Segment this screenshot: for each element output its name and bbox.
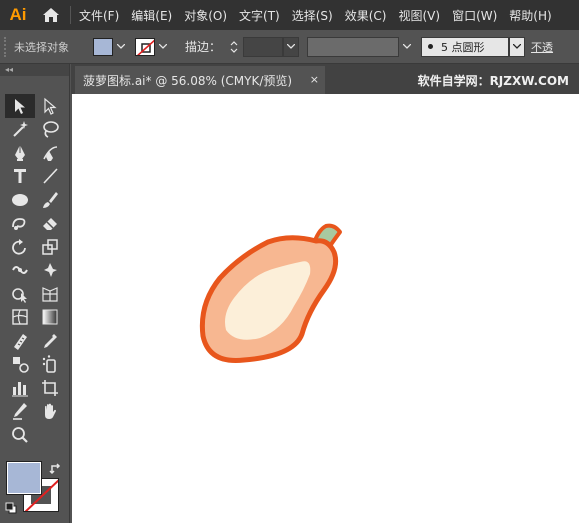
free-transform-tool-icon[interactable]: [35, 259, 65, 283]
brush-dot-icon: [428, 44, 434, 49]
close-icon[interactable]: ×: [310, 73, 319, 86]
tool-row: [5, 329, 65, 353]
tools-panel-collapse[interactable]: ◂◂: [0, 64, 69, 76]
menu-view[interactable]: 视图(V): [398, 7, 440, 24]
tool-row: [5, 423, 65, 447]
selection-tool-icon[interactable]: [5, 94, 35, 118]
tool-row: [5, 188, 65, 212]
tool-row: [5, 376, 65, 400]
tool-row: [5, 94, 65, 118]
pen-tool-icon[interactable]: [5, 141, 35, 165]
papaya-artwork[interactable]: [72, 94, 579, 523]
document-tab-bar: 菠萝图标.ai* @ 56.08% (CMYK/预览) × 软件自学网：RJZX…: [71, 64, 579, 94]
tool-row: [5, 259, 65, 283]
stroke-weight-dropdown-icon[interactable]: [283, 36, 300, 57]
mesh-tool-icon[interactable]: [5, 306, 35, 330]
artboard-canvas[interactable]: [72, 94, 579, 523]
variable-width-profile[interactable]: [307, 36, 400, 57]
shaper-tool-icon[interactable]: [5, 212, 35, 236]
empty-tool-slot: [35, 423, 65, 447]
brush-definition-label: 5 点圆形: [441, 40, 485, 54]
selection-status: 未选择对象: [14, 40, 69, 54]
tool-grid: [5, 94, 65, 447]
blend-tool-icon[interactable]: [5, 353, 35, 377]
eyedropper-tool-icon[interactable]: [35, 329, 65, 353]
stroke-weight-spinner-icon[interactable]: [227, 37, 241, 57]
tool-row: [5, 235, 65, 259]
menu-edit[interactable]: 编辑(E): [131, 7, 172, 24]
tool-row: [5, 353, 65, 377]
stroke-label[interactable]: 描边：: [185, 38, 221, 55]
rotate-tool-icon[interactable]: [5, 235, 35, 259]
brush-dropdown-icon[interactable]: [509, 36, 526, 57]
variable-width-dropdown-icon[interactable]: [399, 36, 416, 57]
perspective-grid-tool-icon[interactable]: [35, 282, 65, 306]
tool-row: [5, 282, 65, 306]
menu-object[interactable]: 对象(O): [184, 7, 227, 24]
artboard-tool-icon[interactable]: [35, 376, 65, 400]
zoom-tool-icon[interactable]: [5, 423, 35, 447]
fill-swatch[interactable]: [6, 461, 42, 495]
document-tab-title: 菠萝图标.ai* @ 56.08% (CMYK/预览): [83, 73, 293, 88]
paintbrush-tool-icon[interactable]: [35, 188, 65, 212]
tool-row: [5, 400, 65, 424]
hand-tool-icon[interactable]: [35, 400, 65, 424]
type-tool-icon[interactable]: [5, 165, 35, 189]
swap-fill-stroke-icon[interactable]: [49, 462, 63, 476]
eyedropper-ruler-tool-icon[interactable]: [5, 329, 35, 353]
tool-row: [5, 212, 65, 236]
fill-dropdown-icon[interactable]: [113, 38, 129, 56]
menu-file[interactable]: 文件(F): [79, 7, 119, 24]
menu-divider: [70, 6, 71, 24]
stroke-weight-input[interactable]: [243, 36, 284, 57]
stroke-dropdown-icon[interactable]: [155, 38, 171, 56]
tool-row: [5, 165, 65, 189]
gradient-tool-icon[interactable]: [35, 306, 65, 330]
tools-panel: ◂◂: [0, 64, 70, 523]
app-logo: Ai: [9, 5, 27, 24]
curvature-tool-icon[interactable]: [35, 141, 65, 165]
shape-builder-tool-icon[interactable]: [5, 282, 35, 306]
default-fill-stroke-icon[interactable]: [5, 502, 17, 514]
menu-bar: Ai 文件(F) 编辑(E) 对象(O) 文字(T) 选择(S) 效果(C) 视…: [0, 0, 579, 30]
fill-color-swatch[interactable]: [93, 37, 113, 56]
lasso-tool-icon[interactable]: [35, 118, 65, 142]
menu-select[interactable]: 选择(S): [292, 7, 333, 24]
ellipse-tool-icon[interactable]: [5, 188, 35, 212]
menu-effect[interactable]: 效果(C): [345, 7, 387, 24]
brush-definition-select[interactable]: 5 点圆形: [421, 36, 510, 57]
scale-tool-icon[interactable]: [35, 235, 65, 259]
menu-type[interactable]: 文字(T): [239, 7, 280, 24]
document-tab[interactable]: 菠萝图标.ai* @ 56.08% (CMYK/预览) ×: [75, 66, 325, 94]
watermark-text: 软件自学网：RJZXW.COM: [417, 74, 569, 88]
opacity-label[interactable]: 不透: [531, 39, 553, 55]
tool-row: [5, 306, 65, 330]
direct-selection-tool-icon[interactable]: [35, 94, 65, 118]
menu-help[interactable]: 帮助(H): [509, 7, 551, 24]
warp-tool-icon[interactable]: [5, 259, 35, 283]
column-graph-tool-icon[interactable]: [5, 376, 35, 400]
fill-stroke-area: [5, 460, 65, 522]
line-segment-tool-icon[interactable]: [35, 165, 65, 189]
panel-grip[interactable]: [4, 36, 10, 57]
symbol-sprayer-tool-icon[interactable]: [35, 353, 65, 377]
slice-tool-icon[interactable]: [5, 400, 35, 424]
control-bar: 未选择对象 描边： 5 点圆形 不透: [0, 30, 579, 64]
tool-row: [5, 118, 65, 142]
home-icon[interactable]: [36, 0, 66, 30]
tool-row: [5, 141, 65, 165]
eraser-tool-icon[interactable]: [35, 212, 65, 236]
menu-window[interactable]: 窗口(W): [452, 7, 497, 24]
stroke-color-swatch[interactable]: [135, 37, 155, 56]
magic-wand-tool-icon[interactable]: [5, 118, 35, 142]
